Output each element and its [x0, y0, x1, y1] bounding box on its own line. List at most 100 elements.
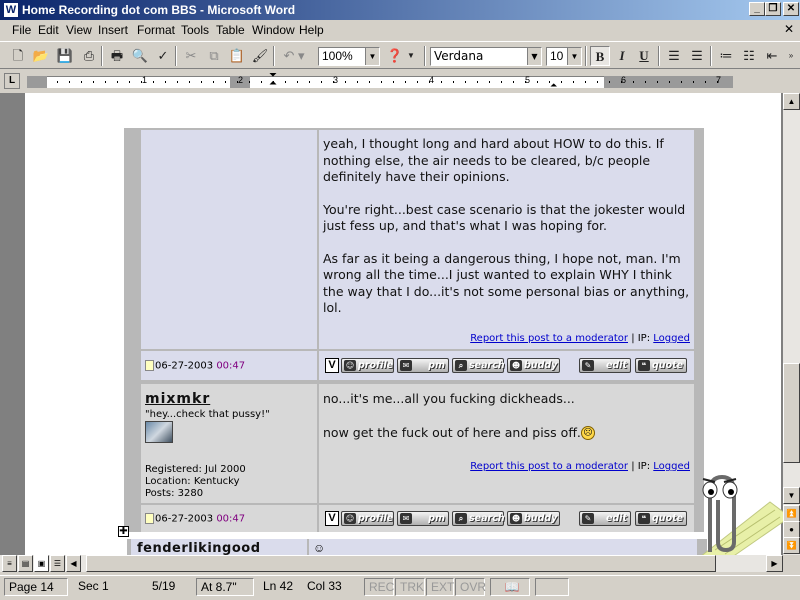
decrease-indent-icon[interactable]: ⇤: [762, 46, 782, 66]
document-close-icon[interactable]: ✕: [782, 22, 796, 36]
numbering-icon[interactable]: ≔: [716, 46, 736, 66]
menu-file[interactable]: File: [12, 23, 31, 37]
outline-view-icon[interactable]: ☰: [50, 555, 65, 572]
status-at[interactable]: At 8.7": [196, 578, 254, 596]
edit-button[interactable]: ✎ edit: [579, 511, 631, 526]
web-layout-icon[interactable]: ▤: [18, 555, 33, 572]
next-page-icon[interactable]: ⏬: [783, 537, 800, 554]
pm-button[interactable]: ✉ pm: [397, 511, 449, 526]
paste-icon[interactable]: 📋: [227, 46, 247, 66]
status-rec[interactable]: REC: [364, 578, 394, 596]
buddy-button[interactable]: ☻ buddy: [507, 511, 560, 526]
toolbar-options-icon[interactable]: »: [784, 46, 798, 66]
menu-table[interactable]: Table: [216, 23, 245, 37]
document-area[interactable]: yeah, I thought long and hard about HOW …: [0, 93, 783, 555]
chevron-down-icon[interactable]: ▼: [406, 46, 416, 66]
print-preview-icon[interactable]: 🔍: [130, 46, 150, 66]
minimize-button[interactable]: _: [749, 2, 765, 16]
menu-tools[interactable]: Tools: [181, 23, 209, 37]
previous-page-icon[interactable]: ⏫: [783, 505, 800, 522]
permission-icon[interactable]: ⎙: [79, 46, 99, 66]
cut-icon[interactable]: ✂: [181, 46, 201, 66]
status-page[interactable]: Page 14: [4, 578, 68, 596]
print-layout-icon[interactable]: ▣: [34, 555, 49, 572]
menu-edit[interactable]: Edit: [38, 23, 59, 37]
underline-button[interactable]: U: [634, 46, 654, 66]
align-center-icon[interactable]: ☰: [687, 46, 707, 66]
status-line[interactable]: Ln 42: [259, 578, 303, 596]
view-button[interactable]: V: [325, 511, 339, 526]
tab-selector[interactable]: L: [4, 73, 20, 89]
chevron-down-icon[interactable]: ▼: [365, 48, 379, 65]
normal-view-icon[interactable]: ≡: [2, 555, 17, 572]
restore-button[interactable]: ❐: [765, 2, 781, 16]
zoom-select[interactable]: 100% ▼: [318, 47, 380, 66]
quote-button[interactable]: ❝ quote: [635, 358, 687, 373]
italic-button[interactable]: I: [612, 46, 632, 66]
menu-format[interactable]: Format: [137, 23, 175, 37]
username[interactable]: mixmkr: [145, 391, 210, 407]
scroll-down-icon[interactable]: ▼: [783, 487, 800, 504]
vertical-scrollbar[interactable]: ▲ ▼ ⏫ ● ⏬: [783, 93, 800, 555]
view-button[interactable]: V: [325, 358, 339, 373]
status-trk[interactable]: TRK: [395, 578, 425, 596]
logged-link[interactable]: Logged: [653, 333, 690, 344]
spelling-icon[interactable]: ✓: [153, 46, 173, 66]
scroll-thumb[interactable]: [86, 555, 716, 572]
status-column[interactable]: Col 33: [303, 578, 361, 596]
copy-icon[interactable]: ⧉: [204, 46, 224, 66]
status-ovr[interactable]: OVR: [455, 578, 486, 596]
align-left-icon[interactable]: ☰: [664, 46, 684, 66]
search-button[interactable]: ⌕ search: [452, 511, 505, 526]
pm-button[interactable]: ✉ pm: [397, 358, 449, 373]
profile-button[interactable]: ☺ profile: [341, 511, 394, 526]
author-cell: mixmkr "hey...check that pussy!" Registe…: [141, 384, 317, 503]
document-page[interactable]: yeah, I thought long and hard about HOW …: [25, 93, 781, 555]
status-ext[interactable]: EXT: [426, 578, 454, 596]
horizontal-scrollbar[interactable]: ≡ ▤ ▣ ☰ ◀ ▶: [0, 555, 783, 572]
menu-insert[interactable]: Insert: [98, 23, 128, 37]
search-button[interactable]: ⌕ search: [452, 358, 505, 373]
help-icon[interactable]: ❓: [384, 46, 406, 66]
status-section[interactable]: Sec 1: [74, 578, 138, 596]
close-button[interactable]: ✕: [783, 2, 799, 16]
scroll-left-icon[interactable]: ◀: [66, 555, 81, 572]
word-app-icon[interactable]: W: [3, 2, 19, 18]
format-painter-icon[interactable]: 🖌: [250, 46, 270, 66]
report-link[interactable]: Report this post to a moderator: [470, 333, 628, 344]
report-link[interactable]: Report this post to a moderator: [470, 461, 628, 472]
scroll-up-icon[interactable]: ▲: [783, 93, 800, 110]
font-select[interactable]: Verdana ▼: [430, 47, 542, 66]
bullets-icon[interactable]: ☷: [739, 46, 759, 66]
status-pages[interactable]: 5/19: [148, 578, 192, 596]
book-icon[interactable]: 📖: [490, 578, 530, 596]
save-icon[interactable]: 💾: [55, 46, 75, 66]
edit-button[interactable]: ✎ edit: [579, 358, 631, 373]
right-indent-marker-icon[interactable]: ⏶: [550, 80, 557, 91]
scroll-thumb[interactable]: [783, 363, 800, 463]
undo-icon[interactable]: ↶ ▾: [279, 46, 309, 66]
ruler-tick: [357, 81, 358, 83]
username[interactable]: fenderlikingood: [137, 541, 261, 555]
select-browse-object-icon[interactable]: ●: [783, 521, 800, 538]
menu-view[interactable]: View: [66, 23, 92, 37]
indent-marker-icon[interactable]: ⏷ ⏶: [269, 71, 277, 89]
font-size-select[interactable]: 10 ▼: [546, 47, 582, 66]
chevron-down-icon[interactable]: ▼: [527, 48, 541, 65]
table-move-handle-icon[interactable]: ✚: [118, 526, 129, 537]
open-folder-icon[interactable]: 📂: [31, 46, 51, 66]
scroll-right-icon[interactable]: ▶: [766, 555, 783, 572]
message-paragraph: no...it's me...all you fucking dickheads…: [323, 391, 575, 406]
profile-button[interactable]: ☺ profile: [341, 358, 394, 373]
chevron-down-icon[interactable]: ▼: [567, 48, 581, 65]
edit-label: edit: [605, 360, 627, 371]
buddy-button[interactable]: ☻ buddy: [507, 358, 560, 373]
bold-button[interactable]: B: [590, 46, 610, 66]
new-document-icon[interactable]: 🗋: [8, 46, 28, 66]
toolbar-separator: [101, 46, 103, 66]
menu-window[interactable]: Window: [252, 23, 295, 37]
print-icon[interactable]: 🖶: [107, 46, 127, 66]
menu-help[interactable]: Help: [299, 23, 324, 37]
ruler-number: 2: [238, 75, 244, 85]
office-assistant[interactable]: [680, 462, 792, 563]
